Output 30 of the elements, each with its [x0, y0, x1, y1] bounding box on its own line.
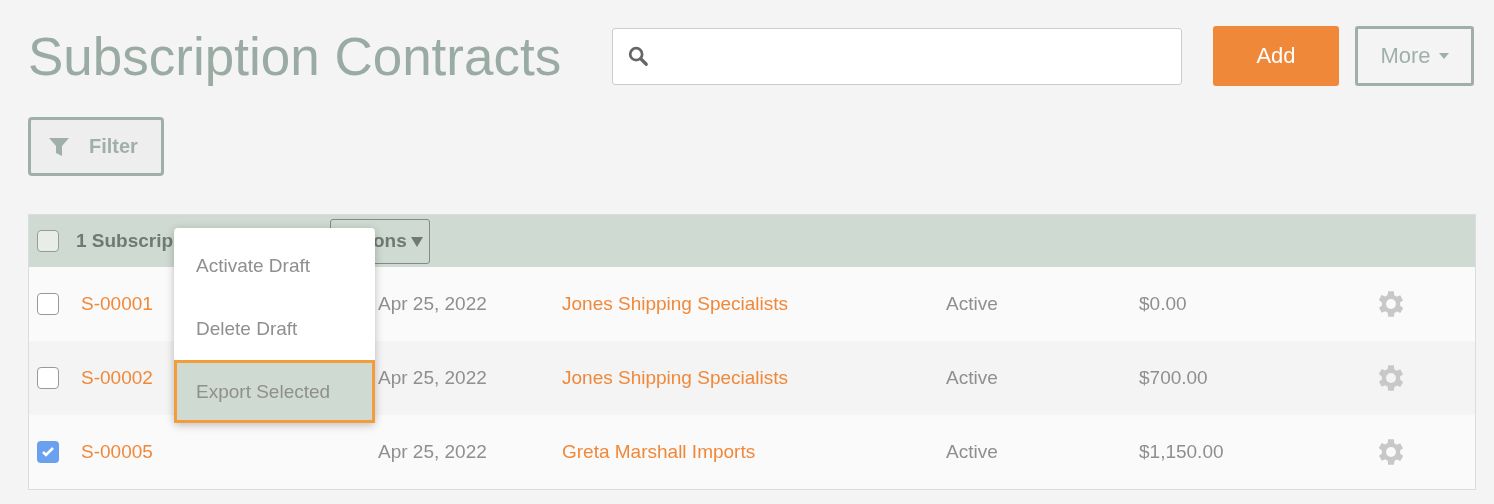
- table-cell-text: $0.00: [1139, 293, 1188, 315]
- selection-count: 1 Subscrip: [76, 230, 175, 252]
- menu-item[interactable]: Export Selected: [174, 360, 375, 423]
- table-cell-text: Active: [946, 367, 999, 389]
- table-cell-text: Apr 25, 2022: [378, 367, 488, 389]
- customer-link[interactable]: Greta Marshall Imports: [562, 441, 946, 463]
- table-cell-text: $1,150.00: [1139, 441, 1225, 463]
- table-cell-text: Apr 25, 2022: [378, 441, 488, 463]
- filter-button[interactable]: Filter: [28, 117, 164, 176]
- page-title: Subscription Contracts: [28, 25, 563, 87]
- table-cell-text: $700.00: [1139, 367, 1209, 389]
- table-cell-text: Active: [946, 293, 999, 315]
- customer-link[interactable]: Jones Shipping Specialists: [562, 293, 946, 315]
- caret-icon: [410, 235, 423, 247]
- search-icon: [627, 45, 649, 67]
- check-icon: [41, 445, 55, 459]
- table-cell-text: Active: [946, 441, 999, 463]
- select-all-checkbox[interactable]: [37, 230, 59, 252]
- search-field[interactable]: [612, 27, 1182, 85]
- filter-icon: [49, 136, 69, 157]
- row-checkbox[interactable]: [37, 293, 59, 315]
- contract-link[interactable]: S-00005: [81, 441, 378, 463]
- more-button[interactable]: More: [1355, 26, 1474, 86]
- menu-item[interactable]: Delete Draft: [174, 297, 375, 360]
- add-button[interactable]: Add: [1213, 26, 1339, 86]
- customer-link[interactable]: Jones Shipping Specialists: [562, 367, 946, 389]
- row-checkbox[interactable]: [37, 367, 59, 389]
- row-checkbox[interactable]: [37, 441, 59, 463]
- caret-icon: [1438, 53, 1449, 59]
- table-cell-text: Apr 25, 2022: [378, 293, 488, 315]
